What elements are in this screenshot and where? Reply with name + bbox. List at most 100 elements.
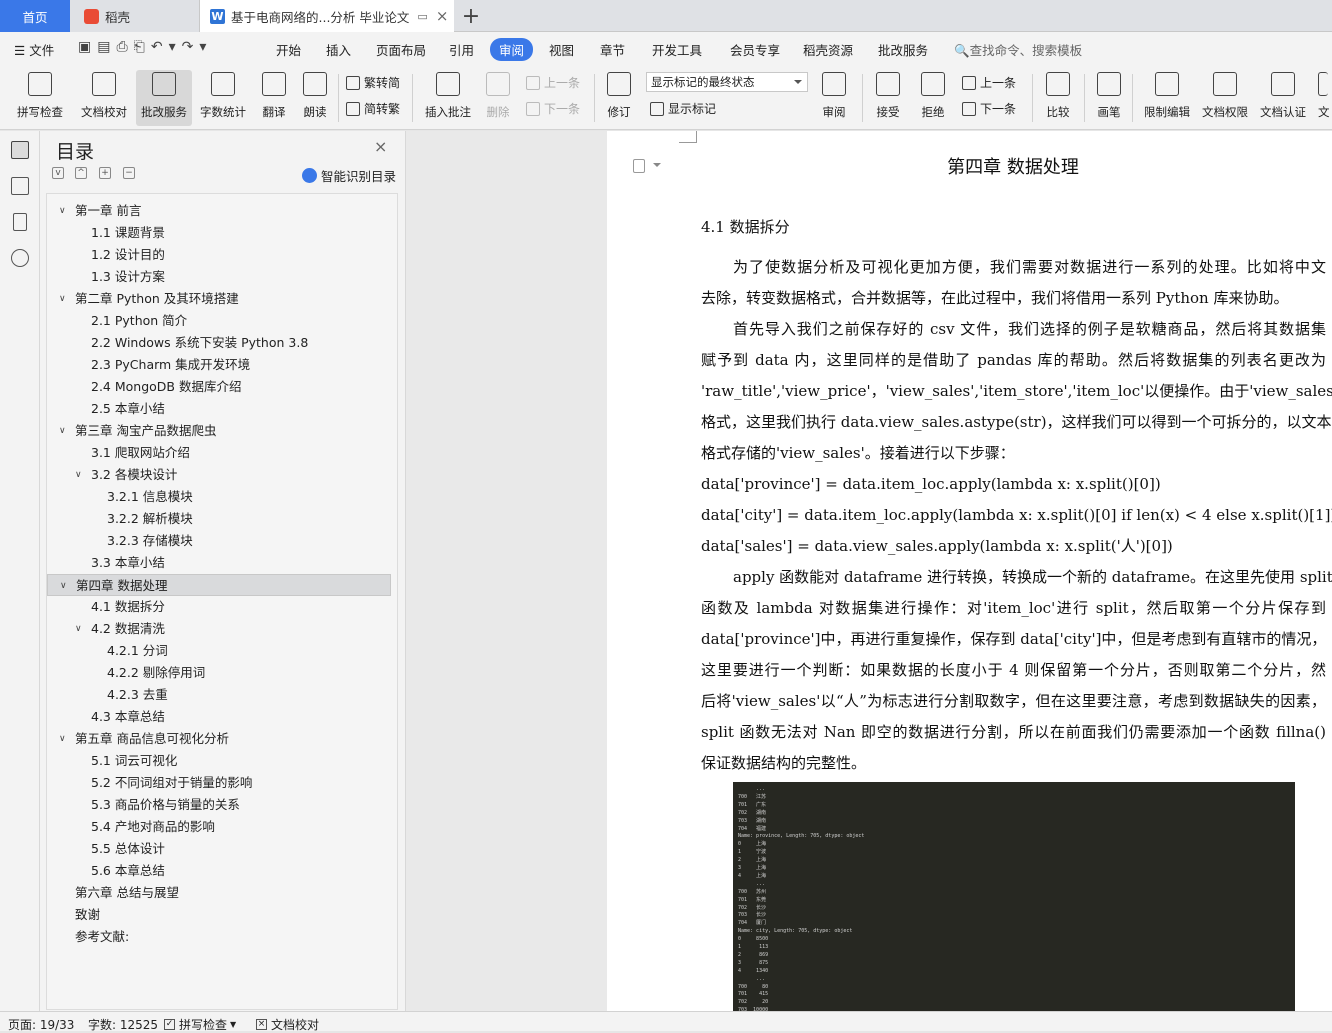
- word-count-status[interactable]: 字数: 12525: [88, 1016, 158, 1033]
- spell-check-button[interactable]: 拼写检查: [10, 70, 70, 126]
- toc-section-item[interactable]: ∨ 3.2 各模块设计: [47, 464, 391, 486]
- menu-developer[interactable]: 开发工具: [652, 40, 702, 59]
- chevron-down-icon[interactable]: ∨: [75, 464, 82, 486]
- chevron-down-icon[interactable]: ∨: [59, 200, 66, 222]
- prev-change-button[interactable]: 上一条: [962, 74, 1016, 91]
- accept-button[interactable]: 接受: [870, 70, 906, 126]
- close-tab-icon[interactable]: ×: [436, 7, 449, 25]
- toc-section-item[interactable]: 5.1 词云可视化: [47, 750, 391, 772]
- toc-section-item[interactable]: 3.2.1 信息模块: [47, 486, 391, 508]
- page-indicator[interactable]: 页面: 19/33: [8, 1016, 74, 1033]
- bookmark-icon[interactable]: [13, 213, 27, 231]
- file-menu[interactable]: ☰ 文件: [14, 40, 54, 59]
- chevron-down-icon[interactable]: ∨: [75, 618, 82, 640]
- toc-section-item[interactable]: 3.2.3 存储模块: [47, 530, 391, 552]
- trad-to-simp-button[interactable]: 繁转简: [346, 74, 400, 91]
- toc-section-item[interactable]: 5.5 总体设计: [47, 838, 391, 860]
- next-comment-button[interactable]: 下一条: [526, 100, 580, 117]
- toc-section-item[interactable]: 3.1 爬取网站介绍: [47, 442, 391, 464]
- search-icon[interactable]: [11, 249, 29, 267]
- expand-up-icon[interactable]: ^: [75, 167, 87, 179]
- command-search[interactable]: 🔍查找命令、搜索模板: [954, 40, 1082, 59]
- monitor-icon[interactable]: ▭: [417, 10, 427, 23]
- quick-access-icons[interactable]: ▣▤⎙⎗↶▾↷▾: [78, 39, 212, 55]
- menu-chapter[interactable]: 章节: [600, 40, 625, 59]
- revise-button[interactable]: 修订: [600, 70, 638, 126]
- toc-section-item[interactable]: 2.3 PyCharm 集成开发环境: [47, 354, 391, 376]
- translate-button[interactable]: 翻译: [254, 70, 294, 126]
- toc-section-item[interactable]: 4.2.2 剔除停用词: [47, 662, 391, 684]
- toc-chapter-item[interactable]: 参考文献:: [47, 926, 391, 948]
- smart-toc-button[interactable]: 智能识别目录: [302, 166, 396, 185]
- toc-chapter-item[interactable]: 第六章 总结与展望: [47, 882, 391, 904]
- chevron-down-icon[interactable]: ∨: [60, 575, 67, 597]
- new-tab-button[interactable]: +: [458, 0, 484, 32]
- simp-to-trad-button[interactable]: 简转繁: [346, 100, 400, 117]
- toc-section-item[interactable]: ∨ 4.2 数据清洗: [47, 618, 391, 640]
- toc-section-item[interactable]: 5.4 产地对商品的影响: [47, 816, 391, 838]
- toc-panel-icon[interactable]: [11, 141, 29, 159]
- menu-view[interactable]: 视图: [549, 40, 574, 59]
- toc-section-item[interactable]: 4.2.1 分词: [47, 640, 391, 662]
- toc-section-item[interactable]: 2.2 Windows 系统下安装 Python 3.8: [47, 332, 391, 354]
- markup-state-select[interactable]: 显示标记的最终状态: [646, 72, 808, 92]
- read-aloud-button[interactable]: 朗读: [298, 70, 332, 126]
- restrict-edit-button[interactable]: 限制编辑: [1140, 70, 1194, 126]
- tab-home[interactable]: 首页: [0, 0, 70, 32]
- toc-section-item[interactable]: 1.2 设计目的: [47, 244, 391, 266]
- reject-button[interactable]: 拒绝: [916, 70, 950, 126]
- toc-section-item[interactable]: 5.2 不同词组对于销量的影响: [47, 772, 391, 794]
- toc-chapter-item[interactable]: ∨ 第三章 淘宝产品数据爬虫: [47, 420, 391, 442]
- toc-section-item[interactable]: 5.6 本章总结: [47, 860, 391, 882]
- toc-section-item[interactable]: 3.3 本章小结: [47, 552, 391, 574]
- toc-section-item[interactable]: 5.3 商品价格与销量的关系: [47, 794, 391, 816]
- more-toolbar-button[interactable]: 文: [1318, 70, 1332, 126]
- menu-page-layout[interactable]: 页面布局: [376, 40, 426, 59]
- menu-daoke-resources[interactable]: 稻壳资源: [803, 40, 853, 59]
- doc-check-button[interactable]: 文档校对: [76, 70, 132, 126]
- toc-section-item[interactable]: 3.2.2 解析模块: [47, 508, 391, 530]
- tab-daoke[interactable]: 稻壳: [70, 0, 200, 32]
- doc-permission-button[interactable]: 文档权限: [1198, 70, 1252, 126]
- toc-chapter-item[interactable]: 致谢: [47, 904, 391, 926]
- pen-button[interactable]: 画笔: [1092, 70, 1126, 126]
- document-page[interactable]: 第四章 数据处理 4.1 数据拆分 为了使数据分析及可视化更加方便，我们需要对数…: [607, 131, 1332, 1011]
- toc-chapter-item[interactable]: ∨ 第二章 Python 及其环境搭建: [47, 288, 391, 310]
- toc-section-item[interactable]: 2.1 Python 简介: [47, 310, 391, 332]
- compare-button[interactable]: 比较: [1040, 70, 1076, 126]
- menu-insert[interactable]: 插入: [326, 40, 351, 59]
- correction-service-button[interactable]: 批改服务: [136, 70, 192, 126]
- add-heading-icon[interactable]: +: [99, 167, 111, 179]
- close-icon[interactable]: ×: [374, 137, 387, 156]
- tab-document[interactable]: W 基于电商网络的...分析 毕业论文 ▭ ×: [200, 0, 454, 32]
- toc-section-item[interactable]: 2.5 本章小结: [47, 398, 391, 420]
- spell-check-status[interactable]: ✓ 拼写检查 ▼: [164, 1016, 236, 1033]
- chevron-down-icon[interactable]: ∨: [59, 420, 66, 442]
- word-count-button[interactable]: 字数统计: [196, 70, 250, 126]
- next-change-button[interactable]: 下一条: [962, 100, 1016, 117]
- toc-section-item[interactable]: 4.2.3 去重: [47, 684, 391, 706]
- delete-comment-button[interactable]: 删除: [480, 70, 516, 126]
- collapse-all-icon[interactable]: v: [52, 167, 64, 179]
- chapter-nav-icon[interactable]: [11, 177, 29, 195]
- menu-review[interactable]: 审阅: [490, 38, 534, 61]
- toc-section-item[interactable]: 1.1 课题背景: [47, 222, 391, 244]
- menu-start[interactable]: 开始: [276, 40, 301, 59]
- prev-comment-button[interactable]: 上一条: [526, 74, 580, 91]
- toc-chapter-item[interactable]: ∨ 第五章 商品信息可视化分析: [47, 728, 391, 750]
- insert-comment-button[interactable]: 插入批注: [420, 70, 476, 126]
- chevron-down-icon[interactable]: ∨: [59, 728, 66, 750]
- toc-section-item[interactable]: 4.1 数据拆分: [47, 596, 391, 618]
- review-pane-button[interactable]: 审阅: [816, 70, 852, 126]
- toc-chapter-item[interactable]: ∨ 第四章 数据处理: [47, 574, 391, 596]
- doc-check-status[interactable]: × 文档校对: [256, 1016, 319, 1033]
- doc-certify-button[interactable]: 文档认证: [1256, 70, 1310, 126]
- toc-section-item[interactable]: 1.3 设计方案: [47, 266, 391, 288]
- menu-member[interactable]: 会员专享: [730, 40, 780, 59]
- toc-section-item[interactable]: 2.4 MongoDB 数据库介绍: [47, 376, 391, 398]
- remove-heading-icon[interactable]: −: [123, 167, 135, 179]
- toc-chapter-item[interactable]: ∨ 第一章 前言: [47, 200, 391, 222]
- show-markup-button[interactable]: 显示标记: [650, 100, 716, 117]
- chevron-down-icon[interactable]: ∨: [59, 288, 66, 310]
- menu-correction[interactable]: 批改服务: [878, 40, 928, 59]
